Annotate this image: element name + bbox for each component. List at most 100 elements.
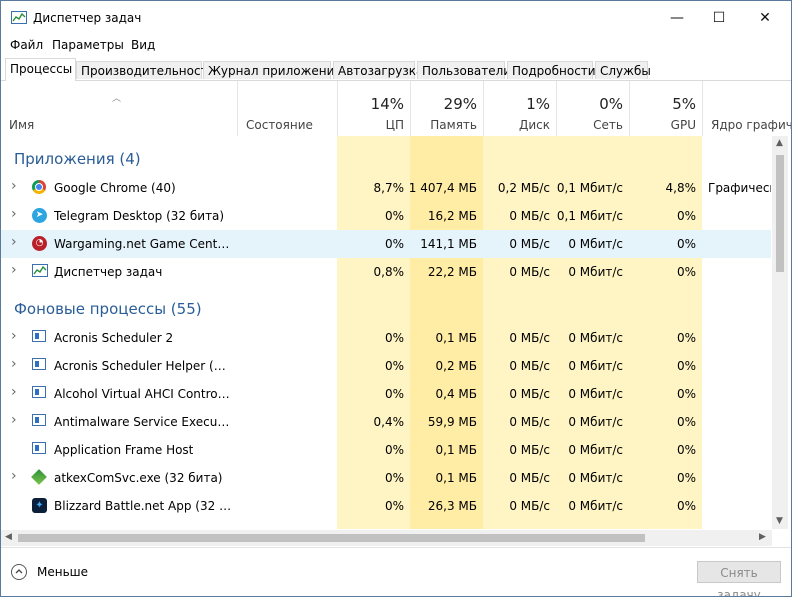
tab-details[interactable]: Подробности: [507, 61, 596, 79]
cell-gpu: 0%: [676, 265, 696, 279]
tab-startup[interactable]: Автозагрузка: [333, 61, 423, 79]
process-row[interactable]: › Antimalware Service Executable 0,4% 59,9 …: [1, 408, 771, 436]
cell-net: 0 Мбит/с: [568, 471, 623, 485]
cell-disk: 0 МБ/с: [509, 265, 550, 279]
cell-disk: 0 МБ/с: [509, 209, 550, 223]
process-row[interactable]: › ◔ Wargaming.net Game Center (32 бита) 0% 1…: [1, 230, 771, 258]
minimize-button[interactable]: —: [654, 1, 700, 35]
scroll-down-icon[interactable]: ▼: [776, 516, 783, 526]
process-row[interactable]: › Диспетчер задач 0,8% 22,2 МБ 0 МБ/с 0 Мбит/…: [1, 258, 771, 286]
process-name: Wargaming.net Game Center (32 бита): [54, 237, 232, 251]
tab-strip: Процессы Производительность Журнал прило…: [1, 58, 791, 81]
scroll-up-icon[interactable]: ▲: [776, 138, 783, 148]
process-row[interactable]: › ➤ Telegram Desktop (32 бита) 0% 16,2 МБ 0 М…: [1, 202, 771, 230]
cell-cpu: 0%: [384, 359, 404, 373]
minimize-icon: —: [670, 10, 684, 26]
expand-chevron-icon[interactable]: ›: [11, 328, 17, 344]
cell-gpu: 0%: [676, 331, 696, 345]
service-icon: [32, 330, 48, 346]
scroll-left-icon[interactable]: ◀: [5, 532, 12, 542]
service-icon: [32, 358, 48, 374]
header-disk[interactable]: 1% Диск: [483, 81, 556, 136]
cell-gpu: 0%: [676, 209, 696, 223]
header-network-label: Сеть: [593, 118, 623, 132]
menu-options[interactable]: Параметры: [52, 38, 124, 52]
header-status-label: Состояние: [246, 118, 313, 132]
header-gpu-engine[interactable]: Ядро графического процессора: [702, 81, 791, 136]
tab-services[interactable]: Службы: [595, 61, 651, 79]
header-network[interactable]: 0% Сеть: [556, 81, 629, 136]
footer: Меньше Снять задачу: [1, 547, 791, 596]
fewer-details-link[interactable]: Меньше: [37, 565, 88, 579]
process-row[interactable]: › Google Chrome (40) 8,7% 1 407,4 МБ 0,2 МБ/…: [1, 174, 771, 202]
expand-chevron-icon[interactable]: ›: [11, 262, 17, 278]
expand-chevron-icon[interactable]: ›: [11, 468, 17, 484]
process-row[interactable]: › Alcohol Virtual AHCI Controller Service…: [1, 380, 771, 408]
cell-net: 0 Мбит/с: [568, 415, 623, 429]
header-gpu-pct: 5%: [672, 95, 696, 113]
expand-chevron-icon[interactable]: ›: [11, 206, 17, 222]
header-status[interactable]: Состояние: [237, 81, 337, 136]
cell-cpu: 0,8%: [373, 265, 405, 279]
cell-gpu: 0%: [676, 443, 696, 457]
expand-chevron-icon[interactable]: ›: [11, 356, 17, 372]
tab-processes[interactable]: Процессы: [5, 58, 76, 81]
menu-view[interactable]: Вид: [131, 38, 155, 52]
cell-disk: 0 МБ/с: [509, 359, 550, 373]
cell-disk: 0 МБ/с: [509, 237, 550, 251]
cell-gpu: 0%: [676, 471, 696, 485]
process-name: Google Chrome (40): [54, 181, 176, 195]
cell-net: 0 Мбит/с: [568, 387, 623, 401]
cell-net: 0,1 Мбит/с: [556, 209, 623, 223]
expand-chevron-icon[interactable]: ›: [11, 412, 17, 428]
cell-net: 0 Мбит/с: [568, 443, 623, 457]
cell-mem: 1 407,4 МБ: [408, 181, 477, 195]
cell-cpu: 0%: [384, 209, 404, 223]
header-memory[interactable]: 29% Память: [410, 81, 483, 136]
scroll-right-icon[interactable]: ▶: [759, 532, 766, 542]
collapse-chevron-icon[interactable]: [11, 564, 27, 580]
header-gpu-engine-label: Ядро графического процессора: [711, 118, 791, 132]
header-memory-label: Память: [430, 118, 477, 132]
process-row[interactable]: › atkexComSvc.exe (32 бита) 0% 0,1 МБ 0 МБ/с…: [1, 464, 771, 492]
header-gpu[interactable]: 5% GPU: [629, 81, 702, 136]
expand-chevron-icon[interactable]: ›: [11, 178, 17, 194]
cell-disk: 0 МБ/с: [509, 415, 550, 429]
group-background-heading: Фоновые процессы (55): [14, 300, 202, 318]
maximize-button[interactable]: ☐: [696, 1, 742, 35]
header-name-label: Имя: [9, 118, 35, 132]
header-name[interactable]: Имя: [1, 81, 237, 136]
cell-cpu: 8,7%: [373, 181, 405, 195]
close-button[interactable]: ✕: [742, 1, 788, 35]
process-row[interactable]: Application Frame Host 0% 0,1 МБ 0 МБ/с 0 Мб…: [1, 436, 771, 464]
horizontal-scroll-thumb[interactable]: [18, 534, 645, 542]
header-disk-label: Диск: [518, 118, 550, 132]
cell-net: 0 Мбит/с: [568, 331, 623, 345]
process-name: Blizzard Battle.net App (32 бита): [54, 499, 232, 513]
cell-mem: 141,1 МБ: [420, 237, 477, 251]
expand-chevron-icon[interactable]: ›: [11, 384, 17, 400]
cell-mem: 0,1 МБ: [435, 443, 477, 457]
cell-mem: 0,1 МБ: [435, 471, 477, 485]
tab-app-history[interactable]: Журнал приложений: [203, 61, 342, 79]
process-row[interactable]: › Acronis Scheduler 2 0% 0,1 МБ 0 МБ/с 0 Мбит…: [1, 324, 771, 352]
expand-chevron-icon[interactable]: ›: [11, 234, 17, 250]
tab-users[interactable]: Пользователи: [417, 61, 511, 79]
cell-mem: 22,2 МБ: [427, 265, 477, 279]
cell-disk: 0 МБ/с: [509, 471, 550, 485]
telegram-icon: ➤: [32, 208, 48, 224]
header-memory-pct: 29%: [443, 95, 477, 113]
tab-performance[interactable]: Производительность: [76, 61, 215, 79]
horizontal-scrollbar[interactable]: ◀ ▶: [1, 530, 772, 546]
cell-mem: 0,4 МБ: [435, 387, 477, 401]
cell-cpu: 0%: [384, 471, 404, 485]
menu-file[interactable]: Файл: [10, 38, 43, 52]
header-cpu[interactable]: 14% ЦП: [337, 81, 410, 136]
process-row[interactable]: ✦ Blizzard Battle.net App (32 бита) 0% 26,3…: [1, 492, 771, 520]
vertical-scrollbar[interactable]: ▲ ▼: [772, 136, 788, 529]
service-icon: [32, 386, 48, 402]
process-row[interactable]: › Acronis Scheduler Helper (32 бита) 0% 0,2…: [1, 352, 771, 380]
end-task-button[interactable]: Снять задачу: [697, 561, 781, 596]
cell-disk: 0 МБ/с: [509, 331, 550, 345]
vertical-scroll-thumb[interactable]: [776, 155, 784, 272]
